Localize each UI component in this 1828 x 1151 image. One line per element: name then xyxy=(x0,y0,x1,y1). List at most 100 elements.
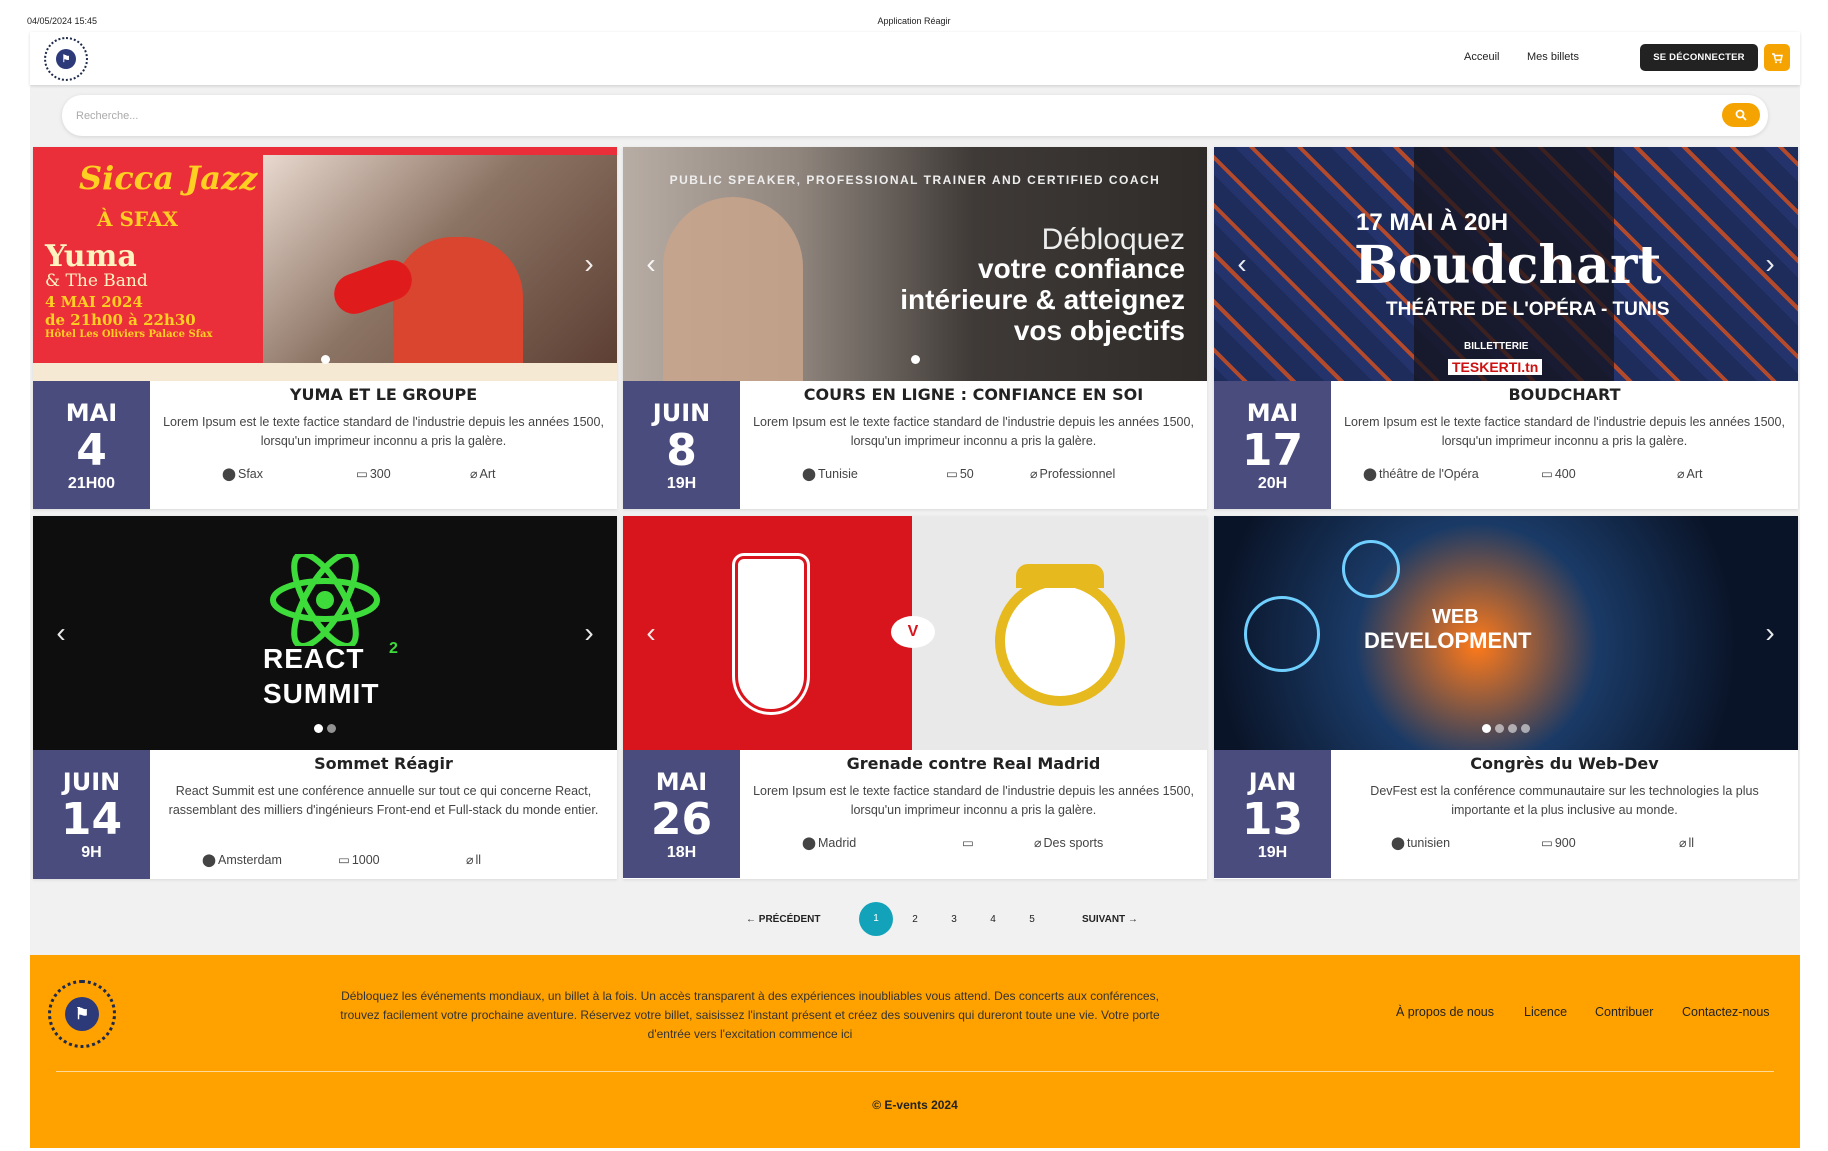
event-day: 4 xyxy=(76,425,107,476)
search-button[interactable] xyxy=(1722,103,1760,127)
event-card[interactable]: Sicca Jazz À SFAX Yuma & The Band 4 MAI … xyxy=(33,147,617,509)
event-seats: ▭ 1000 xyxy=(338,852,380,868)
event-title[interactable]: YUMA ET LE GROUPE xyxy=(150,385,617,404)
pagination-prev[interactable]: ← PRÉCÉDENT xyxy=(746,914,820,925)
paperclip-icon: ⌀ xyxy=(466,853,474,867)
search-icon xyxy=(1735,109,1747,121)
carousel-next-arrow[interactable]: › xyxy=(1760,249,1780,279)
carousel-next-arrow[interactable]: › xyxy=(1760,618,1780,648)
location-text: théâtre de l'Opéra xyxy=(1379,466,1479,481)
event-month: JUIN xyxy=(62,768,121,796)
carousel-dot[interactable] xyxy=(327,724,336,733)
date-box: JUIN 8 19H xyxy=(623,381,740,509)
carousel-next-arrow[interactable]: › xyxy=(579,618,599,648)
image-caption: BILLETTERIE xyxy=(1464,341,1529,352)
event-description: React Summit est une conférence annuelle… xyxy=(168,784,599,817)
page-4[interactable]: 4 xyxy=(976,914,1010,925)
next-label: SUIVANT xyxy=(1082,914,1126,925)
image-caption: 4 MAI 2024 xyxy=(45,293,143,311)
seat-icon: ▭ xyxy=(962,836,974,850)
event-category: ⌀ Des sports xyxy=(1034,835,1103,851)
carousel-dot[interactable] xyxy=(1495,724,1504,733)
event-card[interactable]: PUBLIC SPEAKER, PROFESSIONAL TRAINER AND… xyxy=(623,147,1207,509)
pagination-next[interactable]: SUIVANT → xyxy=(1082,914,1138,925)
page-3[interactable]: 3 xyxy=(937,914,971,925)
carousel-prev-arrow[interactable]: ‹ xyxy=(641,618,661,648)
carousel-prev-arrow[interactable]: ‹ xyxy=(1232,249,1252,279)
image-caption: DEVELOPMENT xyxy=(1364,628,1532,653)
carousel-dot[interactable] xyxy=(1521,724,1530,733)
category-text: Art xyxy=(1686,466,1703,481)
event-time: 20H xyxy=(1257,475,1288,492)
image-caption: intérieure & atteignez xyxy=(900,284,1185,315)
logout-button[interactable]: SE DÉCONNECTER xyxy=(1640,44,1758,71)
event-image-carousel: Sicca Jazz À SFAX Yuma & The Band 4 MAI … xyxy=(33,147,617,381)
event-title[interactable]: Sommet Réagir xyxy=(150,754,617,773)
event-title[interactable]: COURS EN LIGNE : CONFIANCE EN SOI xyxy=(740,385,1207,404)
brand-logo[interactable]: ⚑ xyxy=(42,35,90,83)
event-seats: ▭ 900 xyxy=(1541,835,1576,851)
event-time: 19H xyxy=(1257,844,1288,861)
image-caption: Boudchart xyxy=(1354,235,1662,296)
carousel-next-arrow[interactable]: › xyxy=(579,249,599,279)
navbar: ⚑ Acceuil Mes billets SE DÉCONNECTER xyxy=(30,32,1800,85)
event-seats: ▭ xyxy=(962,835,976,850)
carousel-dot[interactable] xyxy=(320,355,330,364)
image-caption: Débloquez xyxy=(1041,223,1185,256)
event-title[interactable]: BOUDCHART xyxy=(1331,385,1798,404)
location-pin-icon: ⬤ xyxy=(802,467,816,481)
image-caption: Yuma xyxy=(45,239,137,274)
event-time: 21H00 xyxy=(67,475,116,492)
event-category: ⌀ Professionnel xyxy=(1030,466,1116,482)
event-time: 19H xyxy=(666,475,697,492)
cart-icon xyxy=(1772,52,1783,63)
carousel-prev-arrow[interactable]: ‹ xyxy=(641,249,661,279)
location-text: Amsterdam xyxy=(218,852,282,867)
tech-circle-icon xyxy=(1244,596,1320,672)
event-category: ⌀ Art xyxy=(470,466,496,482)
event-image-carousel: WEB DEVELOPMENT › xyxy=(1214,516,1798,750)
carousel-dot[interactable] xyxy=(910,355,920,364)
carousel-dot[interactable] xyxy=(314,724,323,733)
event-day: 13 xyxy=(1241,794,1304,845)
location-pin-icon: ⬤ xyxy=(1363,467,1377,481)
image-caption: PUBLIC SPEAKER, PROFESSIONAL TRAINER AND… xyxy=(669,173,1161,187)
footer-link-license[interactable]: Licence xyxy=(1524,1005,1567,1019)
carousel-dot[interactable] xyxy=(1482,724,1491,733)
event-image-carousel: V ‹ xyxy=(623,516,1207,750)
event-category: ⌀ Art xyxy=(1677,466,1703,482)
footer-link-contact[interactable]: Contactez-nous xyxy=(1682,1005,1770,1019)
event-card[interactable]: WEB DEVELOPMENT › JAN 13 19H Congrès du … xyxy=(1214,516,1798,879)
image-caption: SUMMIT xyxy=(263,678,380,709)
footer-link-about[interactable]: À propos de nous xyxy=(1396,1005,1494,1019)
event-month: JAN xyxy=(1248,768,1297,796)
page-1[interactable]: 1 xyxy=(859,902,893,936)
event-seats: ▭ 300 xyxy=(356,466,391,482)
event-title[interactable]: Grenade contre Real Madrid xyxy=(740,754,1207,773)
event-month: MAI xyxy=(65,399,118,427)
paperclip-icon: ⌀ xyxy=(1034,836,1042,850)
nav-link-my-tickets[interactable]: Mes billets xyxy=(1527,51,1579,63)
seat-icon: ▭ xyxy=(356,467,368,481)
footer-link-contribute[interactable]: Contribuer xyxy=(1595,1005,1653,1019)
seat-icon: ▭ xyxy=(946,467,958,481)
image-caption: de 21h00 à 22h30 xyxy=(45,311,196,329)
page-2[interactable]: 2 xyxy=(898,914,932,925)
event-card[interactable]: REACT 2 SUMMIT ‹ › JUIN 14 9H Sommet Réa… xyxy=(33,516,617,879)
nav-link-home[interactable]: Acceuil xyxy=(1464,51,1499,63)
event-category: ⌀ ll xyxy=(466,852,481,868)
event-time: 18H xyxy=(666,844,697,861)
event-title[interactable]: Congrès du Web-Dev xyxy=(1331,754,1798,773)
page-5[interactable]: 5 xyxy=(1015,914,1049,925)
image-caption: 17 MAI À 20H xyxy=(1356,209,1509,236)
carousel-dot[interactable] xyxy=(1508,724,1517,733)
paperclip-icon: ⌀ xyxy=(1677,467,1685,481)
event-seats: ▭ 50 xyxy=(946,466,974,482)
carousel-prev-arrow[interactable]: ‹ xyxy=(51,618,71,648)
event-card[interactable]: V ‹ MAI 26 18H Grenade contre Real Madri… xyxy=(623,516,1207,879)
event-card[interactable]: 17 MAI À 20H Boudchart THÉÂTRE DE L'OPÉR… xyxy=(1214,147,1798,509)
search-input[interactable] xyxy=(74,105,1678,127)
cart-button[interactable] xyxy=(1764,44,1790,71)
category-text: Professionnel xyxy=(1039,466,1116,481)
date-box: MAI 4 21H00 xyxy=(33,381,150,509)
